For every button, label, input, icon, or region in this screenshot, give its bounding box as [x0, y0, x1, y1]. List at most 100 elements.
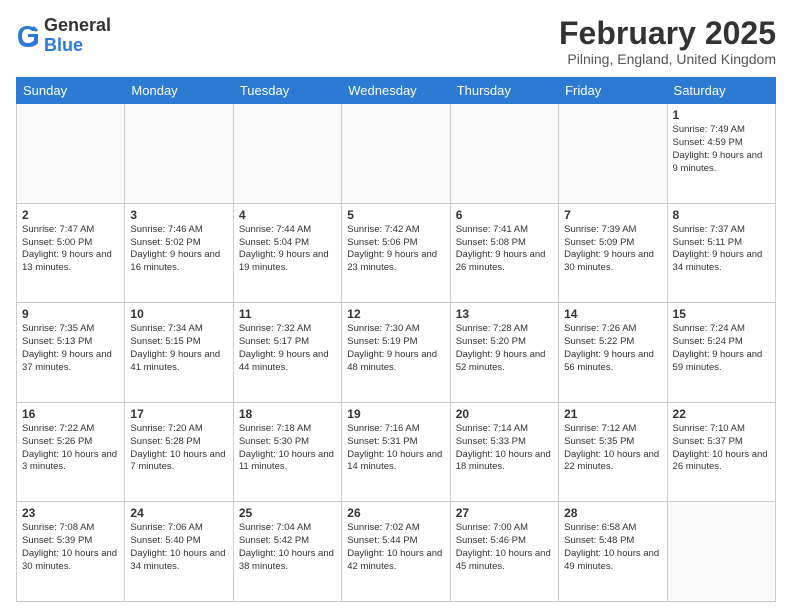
table-row: 28 Sunrise: 6:58 AM Sunset: 5:48 PM Dayl… [559, 502, 667, 602]
day-info: Sunrise: 7:44 AM Sunset: 5:04 PM Dayligh… [239, 224, 336, 275]
col-monday: Monday [125, 78, 233, 104]
day-number: 15 [673, 307, 770, 321]
table-row [17, 104, 125, 204]
day-info: Sunrise: 7:30 AM Sunset: 5:19 PM Dayligh… [347, 323, 444, 374]
day-number: 10 [130, 307, 227, 321]
day-info: Sunrise: 7:24 AM Sunset: 5:24 PM Dayligh… [673, 323, 770, 374]
table-row [233, 104, 341, 204]
table-row: 6 Sunrise: 7:41 AM Sunset: 5:08 PM Dayli… [450, 203, 558, 303]
calendar-week-row: 16 Sunrise: 7:22 AM Sunset: 5:26 PM Dayl… [17, 402, 776, 502]
day-number: 27 [456, 506, 553, 520]
col-saturday: Saturday [667, 78, 775, 104]
day-number: 26 [347, 506, 444, 520]
day-info: Sunrise: 7:04 AM Sunset: 5:42 PM Dayligh… [239, 522, 336, 573]
table-row: 12 Sunrise: 7:30 AM Sunset: 5:19 PM Dayl… [342, 303, 450, 403]
table-row: 3 Sunrise: 7:46 AM Sunset: 5:02 PM Dayli… [125, 203, 233, 303]
day-number: 5 [347, 208, 444, 222]
col-wednesday: Wednesday [342, 78, 450, 104]
col-friday: Friday [559, 78, 667, 104]
table-row: 19 Sunrise: 7:16 AM Sunset: 5:31 PM Dayl… [342, 402, 450, 502]
calendar-header-row: Sunday Monday Tuesday Wednesday Thursday… [17, 78, 776, 104]
day-number: 22 [673, 407, 770, 421]
table-row: 25 Sunrise: 7:04 AM Sunset: 5:42 PM Dayl… [233, 502, 341, 602]
day-number: 21 [564, 407, 661, 421]
day-info: Sunrise: 7:12 AM Sunset: 5:35 PM Dayligh… [564, 423, 661, 474]
table-row: 9 Sunrise: 7:35 AM Sunset: 5:13 PM Dayli… [17, 303, 125, 403]
logo-general-text: General [44, 16, 111, 36]
day-info: Sunrise: 7:47 AM Sunset: 5:00 PM Dayligh… [22, 224, 119, 275]
day-info: Sunrise: 7:06 AM Sunset: 5:40 PM Dayligh… [130, 522, 227, 573]
calendar-table: Sunday Monday Tuesday Wednesday Thursday… [16, 77, 776, 602]
day-number: 20 [456, 407, 553, 421]
title-block: February 2025 Pilning, England, United K… [559, 16, 776, 67]
table-row: 23 Sunrise: 7:08 AM Sunset: 5:39 PM Dayl… [17, 502, 125, 602]
calendar-week-row: 23 Sunrise: 7:08 AM Sunset: 5:39 PM Dayl… [17, 502, 776, 602]
day-number: 19 [347, 407, 444, 421]
calendar-week-row: 2 Sunrise: 7:47 AM Sunset: 5:00 PM Dayli… [17, 203, 776, 303]
location-text: Pilning, England, United Kingdom [559, 51, 776, 67]
logo-icon [16, 22, 40, 50]
day-number: 16 [22, 407, 119, 421]
day-info: Sunrise: 7:49 AM Sunset: 4:59 PM Dayligh… [673, 124, 770, 175]
logo: General Blue [16, 16, 111, 56]
table-row: 1 Sunrise: 7:49 AM Sunset: 4:59 PM Dayli… [667, 104, 775, 204]
day-number: 28 [564, 506, 661, 520]
table-row: 2 Sunrise: 7:47 AM Sunset: 5:00 PM Dayli… [17, 203, 125, 303]
day-info: Sunrise: 7:22 AM Sunset: 5:26 PM Dayligh… [22, 423, 119, 474]
table-row: 4 Sunrise: 7:44 AM Sunset: 5:04 PM Dayli… [233, 203, 341, 303]
table-row: 13 Sunrise: 7:28 AM Sunset: 5:20 PM Dayl… [450, 303, 558, 403]
page-container: General Blue February 2025 Pilning, Engl… [0, 0, 792, 612]
table-row: 24 Sunrise: 7:06 AM Sunset: 5:40 PM Dayl… [125, 502, 233, 602]
logo-blue-text: Blue [44, 36, 111, 56]
day-number: 13 [456, 307, 553, 321]
day-number: 2 [22, 208, 119, 222]
day-info: Sunrise: 7:28 AM Sunset: 5:20 PM Dayligh… [456, 323, 553, 374]
logo-text: General Blue [44, 16, 111, 56]
table-row [125, 104, 233, 204]
day-number: 24 [130, 506, 227, 520]
day-number: 12 [347, 307, 444, 321]
day-number: 9 [22, 307, 119, 321]
day-info: Sunrise: 7:32 AM Sunset: 5:17 PM Dayligh… [239, 323, 336, 374]
table-row: 17 Sunrise: 7:20 AM Sunset: 5:28 PM Dayl… [125, 402, 233, 502]
day-info: Sunrise: 7:20 AM Sunset: 5:28 PM Dayligh… [130, 423, 227, 474]
day-number: 7 [564, 208, 661, 222]
day-info: Sunrise: 7:37 AM Sunset: 5:11 PM Dayligh… [673, 224, 770, 275]
col-thursday: Thursday [450, 78, 558, 104]
table-row: 20 Sunrise: 7:14 AM Sunset: 5:33 PM Dayl… [450, 402, 558, 502]
header: General Blue February 2025 Pilning, Engl… [16, 16, 776, 67]
day-number: 23 [22, 506, 119, 520]
day-number: 14 [564, 307, 661, 321]
table-row: 21 Sunrise: 7:12 AM Sunset: 5:35 PM Dayl… [559, 402, 667, 502]
day-number: 25 [239, 506, 336, 520]
day-number: 18 [239, 407, 336, 421]
day-number: 1 [673, 108, 770, 122]
table-row: 16 Sunrise: 7:22 AM Sunset: 5:26 PM Dayl… [17, 402, 125, 502]
table-row: 11 Sunrise: 7:32 AM Sunset: 5:17 PM Dayl… [233, 303, 341, 403]
day-info: Sunrise: 7:02 AM Sunset: 5:44 PM Dayligh… [347, 522, 444, 573]
table-row: 5 Sunrise: 7:42 AM Sunset: 5:06 PM Dayli… [342, 203, 450, 303]
table-row: 22 Sunrise: 7:10 AM Sunset: 5:37 PM Dayl… [667, 402, 775, 502]
month-title: February 2025 [559, 16, 776, 51]
day-info: Sunrise: 7:34 AM Sunset: 5:15 PM Dayligh… [130, 323, 227, 374]
day-info: Sunrise: 7:41 AM Sunset: 5:08 PM Dayligh… [456, 224, 553, 275]
day-info: Sunrise: 7:18 AM Sunset: 5:30 PM Dayligh… [239, 423, 336, 474]
day-info: Sunrise: 7:46 AM Sunset: 5:02 PM Dayligh… [130, 224, 227, 275]
table-row [450, 104, 558, 204]
col-sunday: Sunday [17, 78, 125, 104]
day-info: Sunrise: 7:16 AM Sunset: 5:31 PM Dayligh… [347, 423, 444, 474]
table-row: 18 Sunrise: 7:18 AM Sunset: 5:30 PM Dayl… [233, 402, 341, 502]
table-row: 27 Sunrise: 7:00 AM Sunset: 5:46 PM Dayl… [450, 502, 558, 602]
day-number: 17 [130, 407, 227, 421]
calendar-week-row: 9 Sunrise: 7:35 AM Sunset: 5:13 PM Dayli… [17, 303, 776, 403]
day-info: Sunrise: 7:39 AM Sunset: 5:09 PM Dayligh… [564, 224, 661, 275]
day-number: 3 [130, 208, 227, 222]
day-number: 8 [673, 208, 770, 222]
table-row [667, 502, 775, 602]
table-row: 10 Sunrise: 7:34 AM Sunset: 5:15 PM Dayl… [125, 303, 233, 403]
calendar-week-row: 1 Sunrise: 7:49 AM Sunset: 4:59 PM Dayli… [17, 104, 776, 204]
day-info: Sunrise: 6:58 AM Sunset: 5:48 PM Dayligh… [564, 522, 661, 573]
day-number: 11 [239, 307, 336, 321]
day-number: 6 [456, 208, 553, 222]
day-info: Sunrise: 7:35 AM Sunset: 5:13 PM Dayligh… [22, 323, 119, 374]
